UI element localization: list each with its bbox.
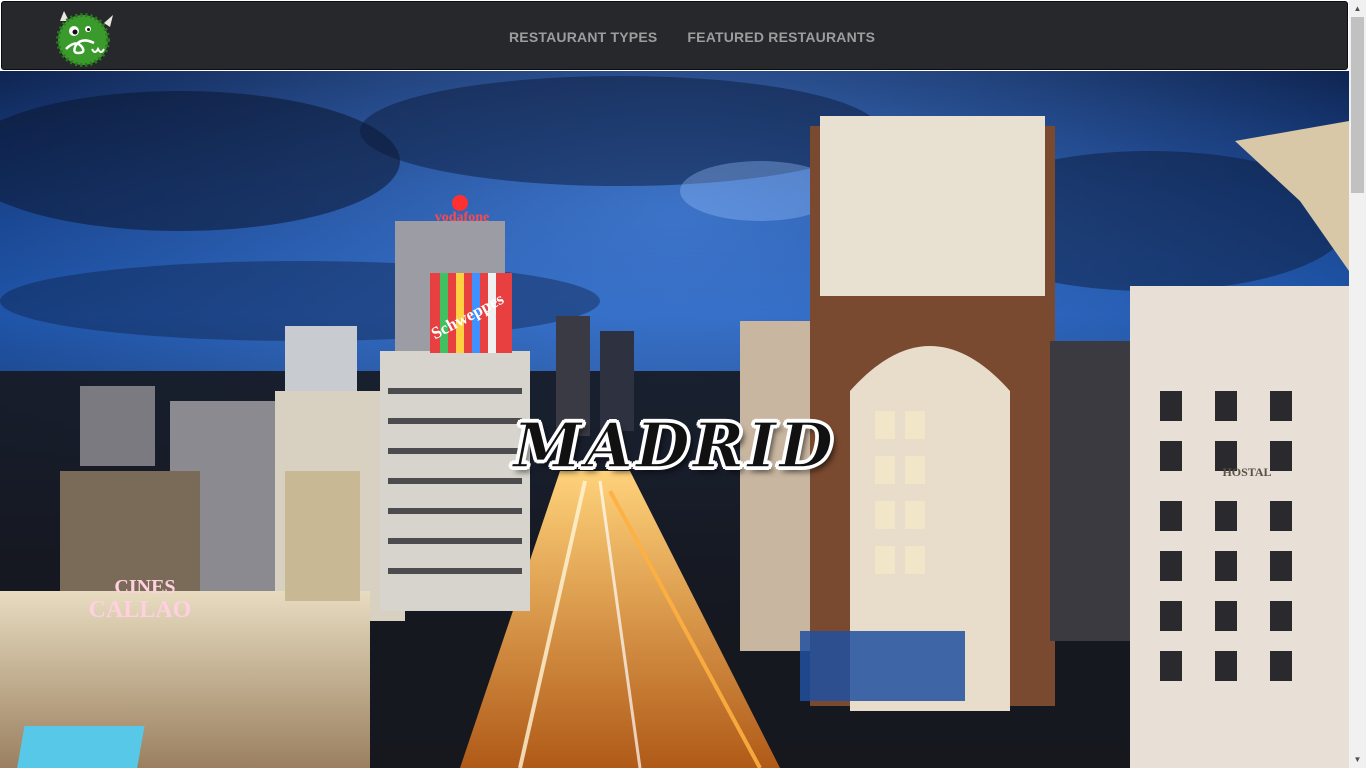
scroll-up-icon[interactable]: ▲ <box>1349 0 1366 17</box>
scrollbar-thumb[interactable] <box>1351 17 1364 193</box>
hero-banner: Schweppes vodafone CINES CALLAO HOSTAL M… <box>0 71 1349 768</box>
nav-link-restaurant-types[interactable]: RESTAURANT TYPES <box>509 29 657 45</box>
svg-text:CALLAO: CALLAO <box>89 597 192 623</box>
nav-menu: RESTAURANT TYPES FEATURED RESTAURANTS <box>509 2 875 71</box>
navbar: RESTAURANT TYPES FEATURED RESTAURANTS <box>1 1 1348 70</box>
rooftop-sign: vodafone <box>435 210 489 225</box>
brand-logo[interactable] <box>52 9 116 67</box>
monster-logo-icon <box>56 11 113 67</box>
page-scrollbar[interactable]: ▲ ▼ <box>1349 0 1366 768</box>
hero-title: MADRID <box>512 408 836 483</box>
svg-text:CINES: CINES <box>114 576 175 598</box>
nav-link-featured-restaurants[interactable]: FEATURED RESTAURANTS <box>687 29 875 45</box>
schweppes-billboard: Schweppes <box>428 273 512 353</box>
scroll-down-icon[interactable]: ▼ <box>1349 751 1366 768</box>
